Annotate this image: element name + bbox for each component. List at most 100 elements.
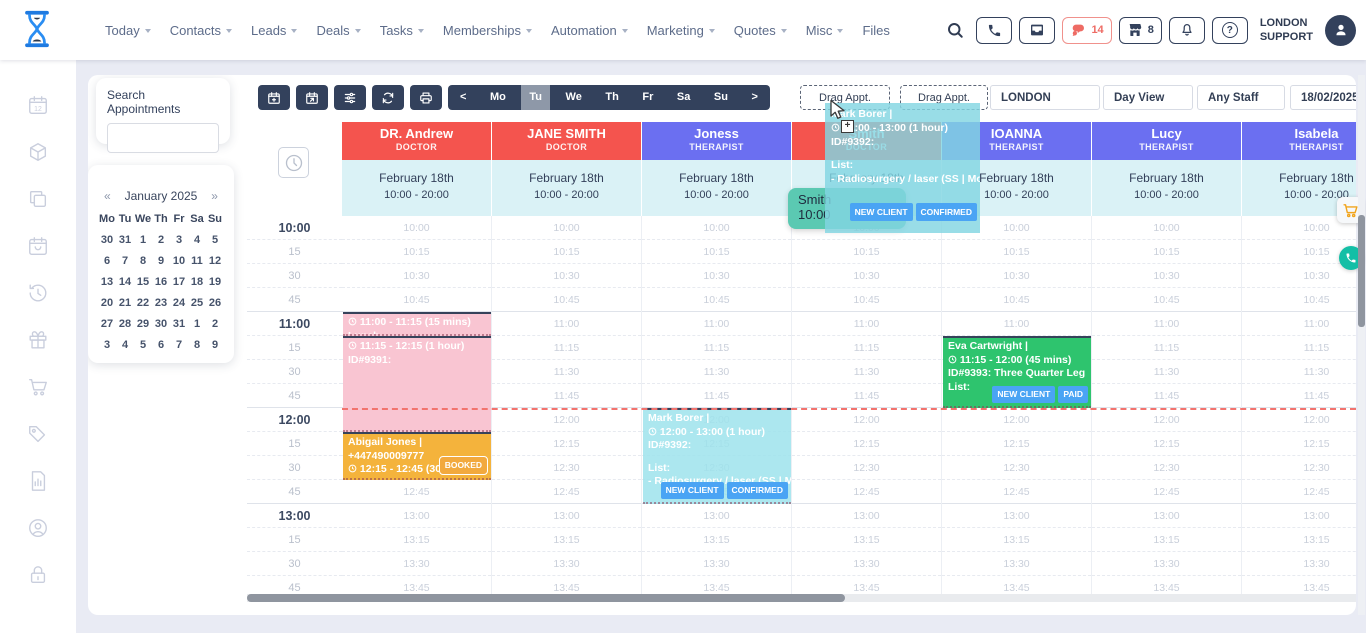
mini-calendar-day[interactable]: 12 <box>206 255 224 267</box>
appointment-card[interactable]: 11:15 - 12:15 (1 hour)ID#9391: <box>343 336 491 432</box>
print-button[interactable] <box>410 85 442 110</box>
staff-column-header[interactable]: JANE SMITHDOCTOR <box>492 122 642 160</box>
week-prev-button[interactable]: < <box>452 85 474 110</box>
mini-calendar-day[interactable]: 1 <box>134 234 152 246</box>
vertical-scrollbar-thumb[interactable] <box>1358 215 1365 327</box>
inbox-button[interactable] <box>1019 17 1055 44</box>
refresh-button[interactable] <box>372 85 404 110</box>
mini-calendar-day[interactable]: 16 <box>152 276 170 288</box>
mini-calendar-day[interactable]: 4 <box>188 234 206 246</box>
mini-calendar-day[interactable]: 9 <box>206 339 224 351</box>
location-select[interactable]: LONDON <box>990 85 1100 110</box>
nav-item-quotes[interactable]: Quotes <box>734 23 787 38</box>
nav-item-deals[interactable]: Deals <box>316 23 360 38</box>
mini-calendar-day[interactable]: 30 <box>98 234 116 246</box>
mini-calendar-day[interactable]: 7 <box>170 339 188 351</box>
weekday-su-button[interactable]: Su <box>706 85 736 110</box>
mini-calendar-day[interactable]: 24 <box>170 297 188 309</box>
mini-calendar-day[interactable]: 5 <box>206 234 224 246</box>
mini-calendar-day[interactable]: 31 <box>170 318 188 330</box>
copy-icon[interactable] <box>27 188 49 210</box>
mini-calendar-day[interactable]: 23 <box>152 297 170 309</box>
avatar[interactable] <box>1325 15 1356 46</box>
appointment-card[interactable]: Mark Borer | 12:00 - 13:00 (1 hour)ID#93… <box>643 408 791 504</box>
calendar-export-button[interactable] <box>296 85 328 110</box>
mini-calendar-day[interactable]: 2 <box>152 234 170 246</box>
mini-calendar-day[interactable]: 13 <box>98 276 116 288</box>
mini-calendar-day[interactable]: 1 <box>188 318 206 330</box>
nav-item-memberships[interactable]: Memberships <box>443 23 532 38</box>
help-button[interactable]: ? <box>1212 17 1248 44</box>
appointment-card[interactable]: Abigail Jones |+447490009777 12:15 - 12:… <box>343 432 491 480</box>
weekday-mo-button[interactable]: Mo <box>482 85 514 110</box>
lock-icon[interactable] <box>27 564 49 586</box>
filter-button[interactable] <box>334 85 366 110</box>
mini-calendar-day[interactable]: 6 <box>152 339 170 351</box>
nav-item-leads[interactable]: Leads <box>251 23 297 38</box>
weekday-tu-button[interactable]: Tu <box>521 85 550 110</box>
weekday-sa-button[interactable]: Sa <box>669 85 698 110</box>
phone-button[interactable] <box>976 17 1012 44</box>
nav-item-tasks[interactable]: Tasks <box>380 23 424 38</box>
report-icon[interactable] <box>27 470 49 492</box>
mini-calendar-day[interactable]: 9 <box>152 255 170 267</box>
mini-calendar-day[interactable]: 18 <box>188 276 206 288</box>
search-icon[interactable] <box>946 21 964 39</box>
horizontal-scrollbar-thumb[interactable] <box>247 594 845 602</box>
chat-button[interactable]: 14 <box>1062 17 1111 44</box>
search-appointments-input[interactable] <box>107 123 219 153</box>
mini-calendar-day[interactable]: 30 <box>152 318 170 330</box>
appointment-card[interactable]: 11:00 - 11:15 (15 mins)Lunch <box>343 312 491 336</box>
app-logo-hourglass-icon[interactable] <box>22 10 52 48</box>
mini-calendar-day[interactable]: 19 <box>206 276 224 288</box>
mini-calendar-day[interactable]: 3 <box>98 339 116 351</box>
store-button[interactable]: 8 <box>1119 17 1162 44</box>
mini-calendar-day[interactable]: 29 <box>134 318 152 330</box>
mini-calendar-day[interactable]: 11 <box>188 255 206 267</box>
nav-item-misc[interactable]: Misc <box>806 23 844 38</box>
mini-calendar-day[interactable]: 31 <box>116 234 134 246</box>
notifications-button[interactable] <box>1169 17 1205 44</box>
mini-calendar-day[interactable]: 25 <box>188 297 206 309</box>
mini-calendar-next-button[interactable]: » <box>211 189 218 203</box>
cart-icon[interactable] <box>27 376 49 398</box>
nav-item-automation[interactable]: Automation <box>551 23 628 38</box>
mini-calendar-day[interactable]: 14 <box>116 276 134 288</box>
staff-select[interactable]: Any Staff <box>1197 85 1285 110</box>
mini-calendar-day[interactable]: 26 <box>206 297 224 309</box>
mini-calendar-prev-button[interactable]: « <box>104 189 111 203</box>
nav-item-today[interactable]: Today <box>105 23 151 38</box>
mini-calendar-day[interactable]: 15 <box>134 276 152 288</box>
mini-calendar-day[interactable]: 10 <box>170 255 188 267</box>
mini-calendar-day[interactable]: 6 <box>98 255 116 267</box>
mini-calendar-day[interactable]: 20 <box>98 297 116 309</box>
mini-calendar-day[interactable]: 3 <box>170 234 188 246</box>
appointment-card[interactable]: Eva Cartwright | 11:15 - 12:00 (45 mins)… <box>943 336 1091 408</box>
mini-calendar-day[interactable]: 21 <box>116 297 134 309</box>
user-circle-icon[interactable] <box>27 517 49 539</box>
calendar-date-icon[interactable]: 12 <box>27 94 49 116</box>
history-icon[interactable] <box>27 282 49 304</box>
weekday-we-button[interactable]: We <box>558 85 590 110</box>
staff-column-header[interactable]: IsabelaTHERAPIST <box>1242 122 1356 160</box>
staff-column-header[interactable]: LucyTHERAPIST <box>1092 122 1242 160</box>
mini-calendar-day[interactable]: 28 <box>116 318 134 330</box>
mini-calendar-day[interactable]: 8 <box>134 255 152 267</box>
mini-calendar-day[interactable]: 8 <box>188 339 206 351</box>
mini-calendar-day[interactable]: 22 <box>134 297 152 309</box>
weekday-th-button[interactable]: Th <box>597 85 626 110</box>
staff-column-header[interactable]: DR. AndrewDOCTOR <box>342 122 492 160</box>
mini-calendar-day[interactable]: 2 <box>206 318 224 330</box>
mini-calendar-day[interactable]: 17 <box>170 276 188 288</box>
tags-icon[interactable] <box>27 423 49 445</box>
mini-calendar-day[interactable]: 27 <box>98 318 116 330</box>
mini-calendar-day[interactable]: 4 <box>116 339 134 351</box>
nav-item-marketing[interactable]: Marketing <box>647 23 715 38</box>
nav-item-files[interactable]: Files <box>862 23 889 38</box>
mini-calendar-day[interactable]: 7 <box>116 255 134 267</box>
nav-item-contacts[interactable]: Contacts <box>170 23 232 38</box>
mini-calendar-day[interactable]: 5 <box>134 339 152 351</box>
staff-column-header[interactable]: JonessTHERAPIST <box>642 122 792 160</box>
calendar-add-button[interactable] <box>258 85 290 110</box>
date-select[interactable]: 18/02/2025 <box>1290 85 1356 110</box>
